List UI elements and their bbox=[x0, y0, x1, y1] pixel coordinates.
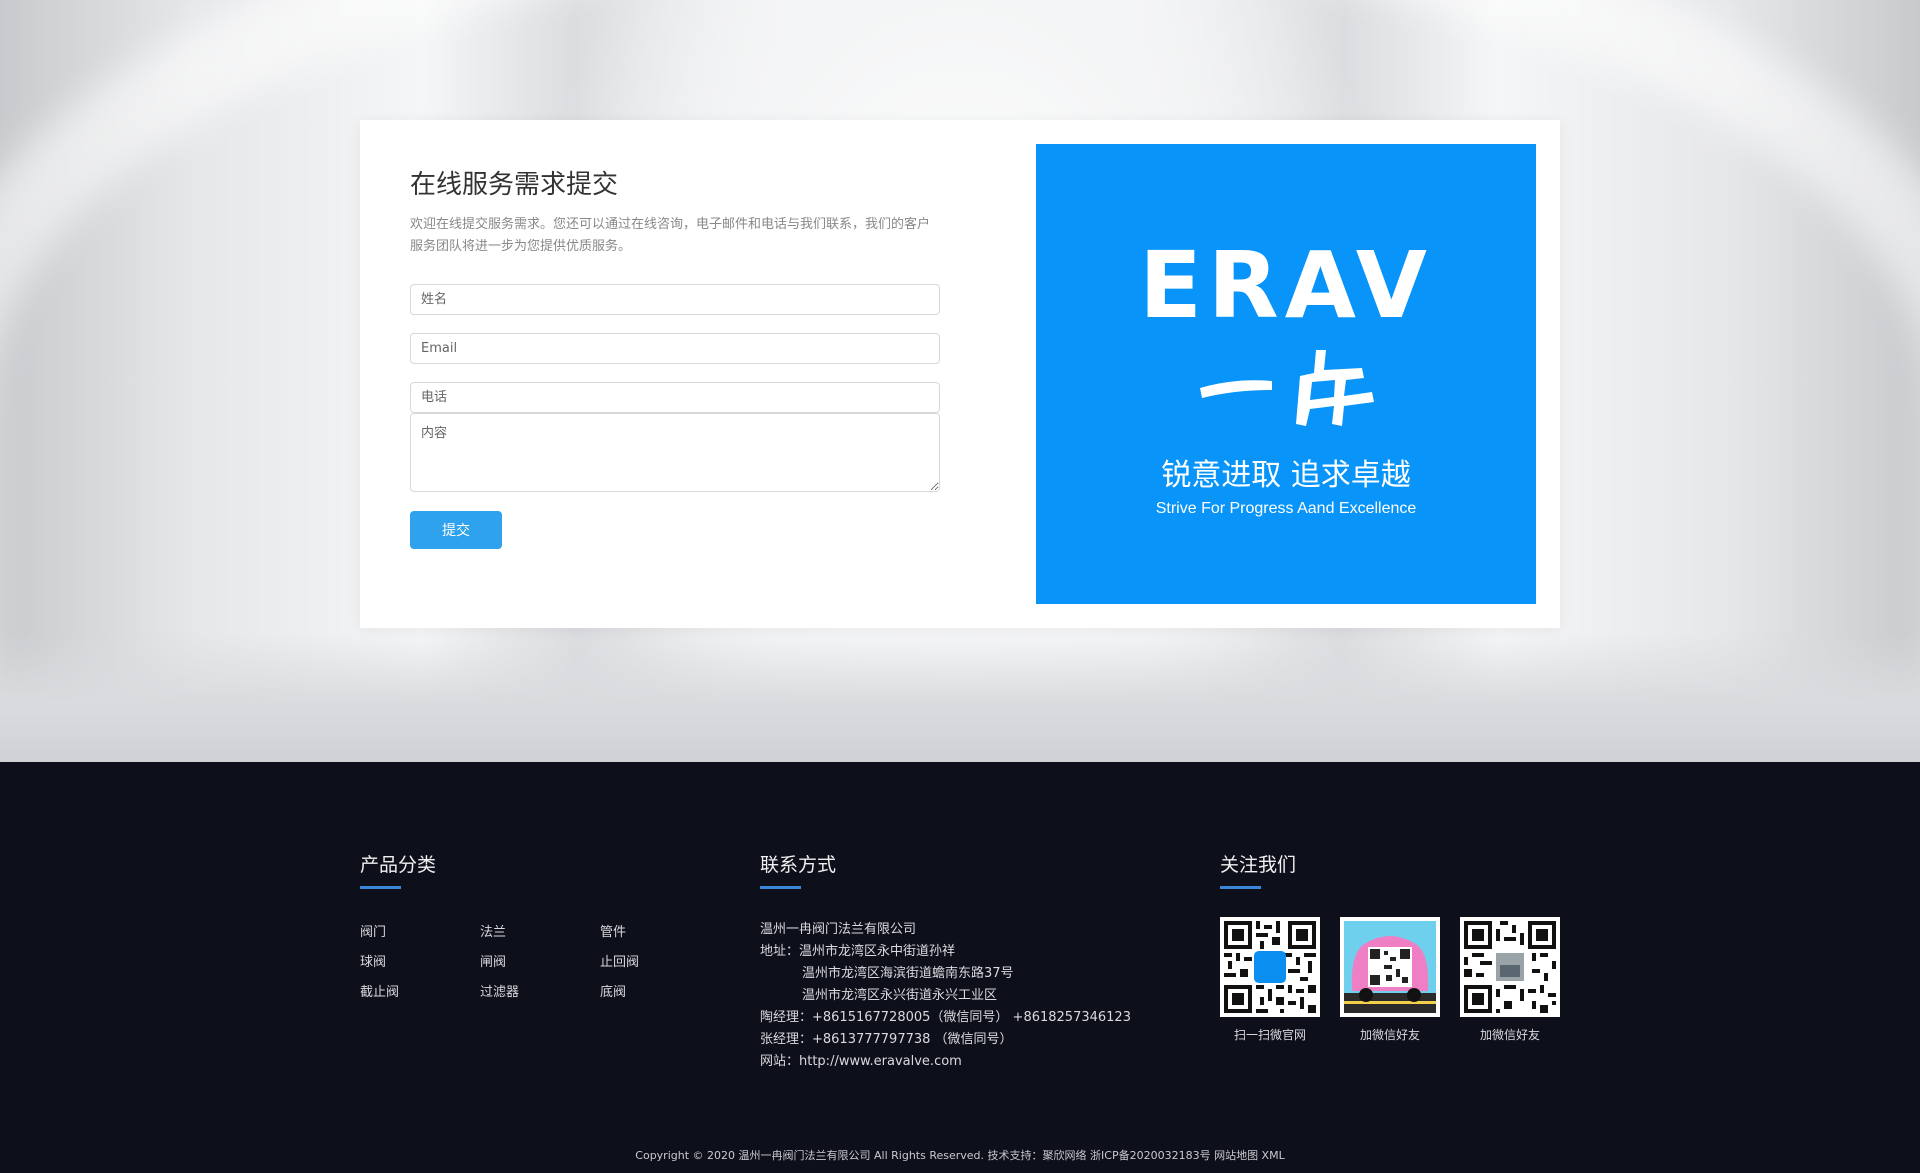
name-input[interactable] bbox=[410, 284, 940, 315]
company-name: 温州一冉阀门法兰有限公司 bbox=[760, 922, 917, 937]
category-link[interactable]: 法兰 bbox=[480, 921, 506, 940]
manager-zhang-phone: 张经理：+8613777797738 （微信同号） bbox=[760, 1032, 1013, 1047]
brand-logo-text: ERAV bbox=[1139, 232, 1433, 339]
qr-caption: 加微信好友 bbox=[1479, 1028, 1540, 1042]
footer-follow: 关注我们 扫一扫微官网 加微信好友 加微信好友 bbox=[1220, 851, 1560, 1043]
address-line: 温州市龙湾区永兴街道永兴工业区 bbox=[802, 988, 998, 1003]
heading-underline bbox=[360, 886, 401, 889]
contact-details: 温州一冉阀门法兰有限公司 地址：温州市龙湾区永中街道孙祥 温州市龙湾区海滨街道蟾… bbox=[760, 919, 1131, 1073]
category-link[interactable]: 过滤器 bbox=[480, 981, 519, 1000]
category-link[interactable]: 止回阀 bbox=[600, 951, 639, 970]
qr-caption: 加微信好友 bbox=[1359, 1028, 1420, 1042]
heading-underline bbox=[1220, 886, 1261, 889]
category-link[interactable]: 底阀 bbox=[600, 981, 626, 1000]
address-line: 温州市龙湾区海滨街道蟾南东路37号 bbox=[802, 966, 1014, 981]
address-line: 地址：温州市龙湾区永中街道孙祥 bbox=[760, 944, 956, 959]
footer-contact: 联系方式 温州一冉阀门法兰有限公司 地址：温州市龙湾区永中街道孙祥 温州市龙湾区… bbox=[760, 851, 1131, 1073]
copyright-bar: Copyright © 2020 温州一冉阀门法兰有限公司 All Rights… bbox=[635, 1149, 1285, 1162]
contact-heading: 联系方式 bbox=[760, 854, 837, 876]
form-fields bbox=[410, 284, 940, 492]
qr-wechat-friend-2: 加微信好友 bbox=[1460, 917, 1560, 1043]
qr-code-icon bbox=[1220, 917, 1320, 1017]
qr-official-site: 扫一扫微官网 bbox=[1220, 917, 1320, 1043]
phone-input[interactable] bbox=[410, 382, 940, 413]
brand-slogan-en: Strive For Progress Aand Excellence bbox=[1155, 500, 1417, 517]
category-link[interactable]: 管件 bbox=[600, 921, 626, 940]
manager-tao-phone: 陶经理：+8615167728005（微信同号） +8618257346123 bbox=[760, 1010, 1131, 1025]
qr-code-icon bbox=[1340, 917, 1440, 1017]
service-request-card: 在线服务需求提交 欢迎在线提交服务需求。您还可以通过在线咨询，电子邮件和电话与我… bbox=[360, 120, 1560, 628]
brand-banner: ERAV 锐意进取 追求卓越 Strive For Progress Aand … bbox=[1036, 144, 1536, 604]
form-description: 欢迎在线提交服务需求。您还可以通过在线咨询，电子邮件和电话与我们联系，我们的客户… bbox=[410, 217, 931, 254]
qr-code-icon bbox=[1460, 917, 1560, 1017]
qr-code-row: 扫一扫微官网 加微信好友 加微信好友 bbox=[1220, 917, 1560, 1043]
content-textarea[interactable] bbox=[410, 413, 940, 492]
submit-button[interactable]: 提交 bbox=[410, 511, 502, 549]
footer-products: 产品分类 阀门 法兰 管件 球阀 闸阀 止回阀 截止阀 过滤器 底阀 bbox=[360, 851, 639, 1000]
qr-caption: 扫一扫微官网 bbox=[1233, 1028, 1306, 1042]
category-link[interactable]: 阀门 bbox=[360, 921, 386, 940]
follow-heading: 关注我们 bbox=[1220, 854, 1297, 876]
brand-slogan: 锐意进取 追求卓越 bbox=[1161, 458, 1411, 493]
heading-underline bbox=[760, 886, 801, 889]
category-link[interactable]: 截止阀 bbox=[360, 981, 399, 1000]
brand-logo-chinese-mark bbox=[1200, 350, 1374, 426]
form-title: 在线服务需求提交 bbox=[410, 170, 619, 200]
email-input[interactable] bbox=[410, 333, 940, 364]
qr-wechat-friend-1: 加微信好友 bbox=[1340, 917, 1440, 1043]
products-heading: 产品分类 bbox=[360, 854, 437, 876]
category-link[interactable]: 球阀 bbox=[360, 951, 386, 970]
website-link[interactable]: 网站：http://www.eravalve.com bbox=[760, 1051, 1131, 1073]
category-link[interactable]: 闸阀 bbox=[480, 951, 506, 970]
service-request-form: 在线服务需求提交 欢迎在线提交服务需求。您还可以通过在线咨询，电子邮件和电话与我… bbox=[410, 168, 940, 549]
